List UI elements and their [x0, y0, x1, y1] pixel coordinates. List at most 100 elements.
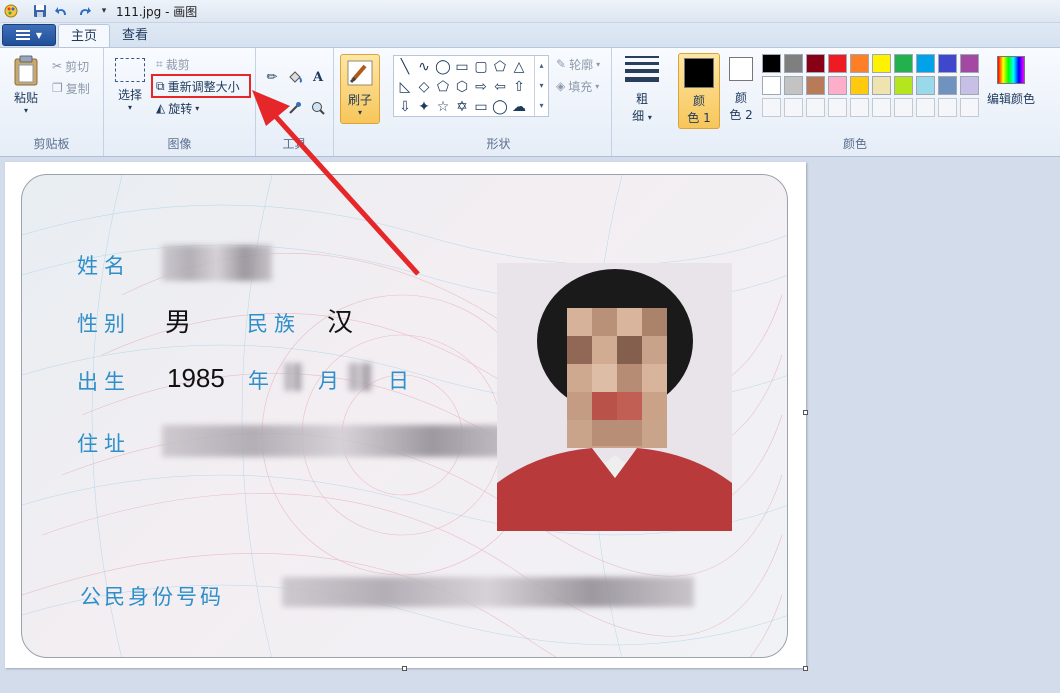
- crop-icon: ⌗: [156, 56, 163, 71]
- diamond-shape-icon[interactable]: ◇: [415, 78, 433, 96]
- shapes-scrollbar[interactable]: ▴ ▾ ▾: [534, 56, 548, 116]
- select-button[interactable]: 选择 ▾: [112, 58, 148, 112]
- name-redacted: [162, 245, 272, 281]
- hexagon-shape-icon[interactable]: ⬡: [453, 78, 471, 96]
- edit-colors-button[interactable]: 编辑颜色: [984, 56, 1038, 107]
- palette-swatch[interactable]: [872, 76, 891, 95]
- chevron-down-icon: ▾: [596, 59, 601, 69]
- crop-button[interactable]: ⌗ 裁剪: [156, 54, 190, 74]
- four-point-star-shape-icon[interactable]: ✦: [415, 98, 433, 116]
- color-2-button[interactable]: 颜 色 2: [722, 57, 760, 123]
- palette-custom-swatch[interactable]: [916, 98, 935, 117]
- right-arrow-shape-icon[interactable]: ⇨: [472, 78, 490, 96]
- rotate-icon: ◭: [156, 101, 166, 115]
- palette-swatch[interactable]: [762, 76, 781, 95]
- undo-icon[interactable]: [54, 3, 70, 19]
- resize-handle-right[interactable]: [803, 410, 808, 415]
- text-tool-icon[interactable]: A: [308, 67, 328, 87]
- rectangle-shape-icon[interactable]: ▭: [453, 58, 471, 76]
- resize-handle-corner[interactable]: [803, 666, 808, 671]
- month-redacted: [284, 363, 302, 391]
- palette-custom-swatch[interactable]: [762, 98, 781, 117]
- palette-swatch[interactable]: [938, 54, 957, 73]
- colors-group-label: 颜色: [842, 137, 867, 151]
- day-char: 日: [388, 369, 409, 393]
- copy-button[interactable]: ❐ 复制: [52, 78, 90, 98]
- palette-swatch[interactable]: [916, 54, 935, 73]
- cut-button[interactable]: ✂ 剪切: [52, 56, 89, 76]
- palette-custom-swatch[interactable]: [872, 98, 891, 117]
- palette-swatch[interactable]: [916, 76, 935, 95]
- curve-shape-icon[interactable]: ∿: [415, 58, 433, 76]
- palette-swatch[interactable]: [828, 76, 847, 95]
- left-arrow-shape-icon[interactable]: ⇦: [491, 78, 509, 96]
- palette-swatch[interactable]: [938, 76, 957, 95]
- tab-home[interactable]: 主页: [58, 24, 111, 48]
- line-shape-icon[interactable]: ╲: [396, 58, 414, 76]
- palette-swatch[interactable]: [784, 76, 803, 95]
- sex-label: 性别: [77, 312, 131, 336]
- outline-button[interactable]: ✎ 轮廓 ▾: [556, 54, 600, 74]
- palette-custom-swatch[interactable]: [960, 98, 979, 117]
- file-menu-button[interactable]: ▼: [2, 24, 56, 46]
- birth-year: 1985: [167, 363, 225, 393]
- eraser-icon[interactable]: [262, 98, 282, 118]
- paint-app-icon[interactable]: [3, 3, 19, 19]
- month-char: 月: [318, 369, 339, 393]
- palette-swatch[interactable]: [784, 54, 803, 73]
- palette-swatch[interactable]: [850, 76, 869, 95]
- resize-handle-bottom[interactable]: [402, 666, 407, 671]
- save-icon[interactable]: [32, 3, 48, 19]
- down-arrow-shape-icon[interactable]: ⇩: [396, 98, 414, 116]
- color-2-label-top: 颜: [734, 91, 747, 105]
- canvas-area[interactable]: 姓名 性别 男 民族 汉 出生 1985 年 月 日 住址 公民身份号码: [0, 158, 1060, 693]
- customize-toolbar-chevron-icon[interactable]: ▾: [96, 3, 112, 19]
- palette-swatch[interactable]: [872, 54, 891, 73]
- rotate-label: 旋转: [168, 101, 193, 116]
- palette-swatch[interactable]: [960, 54, 979, 73]
- rounded-rectangle-shape-icon[interactable]: ▢: [472, 58, 490, 76]
- paste-label: 粘贴: [13, 91, 38, 105]
- palette-custom-swatch[interactable]: [806, 98, 825, 117]
- six-point-star-shape-icon[interactable]: ✡: [453, 98, 471, 116]
- palette-swatch[interactable]: [850, 54, 869, 73]
- five-point-star-shape-icon[interactable]: ☆: [434, 98, 452, 116]
- palette-swatch[interactable]: [806, 76, 825, 95]
- oval-callout-shape-icon[interactable]: ◯: [491, 98, 509, 116]
- magnifier-icon[interactable]: [308, 98, 328, 118]
- size-button[interactable]: 粗 细 ▾: [622, 56, 662, 124]
- portrait-photo: [497, 263, 732, 531]
- fill-bucket-icon[interactable]: [285, 67, 305, 87]
- right-triangle-shape-icon[interactable]: ◺: [396, 78, 414, 96]
- tab-view[interactable]: 查看: [110, 24, 160, 48]
- palette-swatch[interactable]: [894, 76, 913, 95]
- cloud-callout-shape-icon[interactable]: ☁: [510, 98, 528, 116]
- up-arrow-shape-icon[interactable]: ⇧: [510, 78, 528, 96]
- pentagon-shape-icon[interactable]: ⬠: [434, 78, 452, 96]
- window-title: 111.jpg - 画图: [116, 5, 198, 19]
- palette-custom-swatch[interactable]: [938, 98, 957, 117]
- palette-swatch[interactable]: [806, 54, 825, 73]
- oval-shape-icon[interactable]: ◯: [434, 58, 452, 76]
- palette-custom-swatch[interactable]: [894, 98, 913, 117]
- image-canvas[interactable]: 姓名 性别 男 民族 汉 出生 1985 年 月 日 住址 公民身份号码: [5, 162, 806, 668]
- rotate-button[interactable]: ◭ 旋转 ▾: [156, 98, 199, 118]
- pencil-icon[interactable]: ✏: [262, 67, 282, 87]
- triangle-shape-icon[interactable]: △: [510, 58, 528, 76]
- rect-callout-shape-icon[interactable]: ▭: [472, 98, 490, 116]
- palette-custom-swatch[interactable]: [784, 98, 803, 117]
- year-char: 年: [248, 369, 269, 393]
- brushes-button[interactable]: 刷子 ▾: [340, 54, 380, 124]
- color-1-button[interactable]: 颜 色 1: [678, 53, 720, 129]
- palette-custom-swatch[interactable]: [850, 98, 869, 117]
- polygon-shape-icon[interactable]: ⬠: [491, 58, 509, 76]
- fill-button[interactable]: ◈ 填充 ▾: [556, 76, 599, 96]
- color-picker-icon[interactable]: [285, 98, 305, 118]
- palette-swatch[interactable]: [828, 54, 847, 73]
- palette-custom-swatch[interactable]: [828, 98, 847, 117]
- paste-button[interactable]: 粘贴 ▾: [8, 54, 44, 115]
- palette-swatch[interactable]: [762, 54, 781, 73]
- palette-swatch[interactable]: [894, 54, 913, 73]
- redo-icon[interactable]: [76, 3, 92, 19]
- palette-swatch[interactable]: [960, 76, 979, 95]
